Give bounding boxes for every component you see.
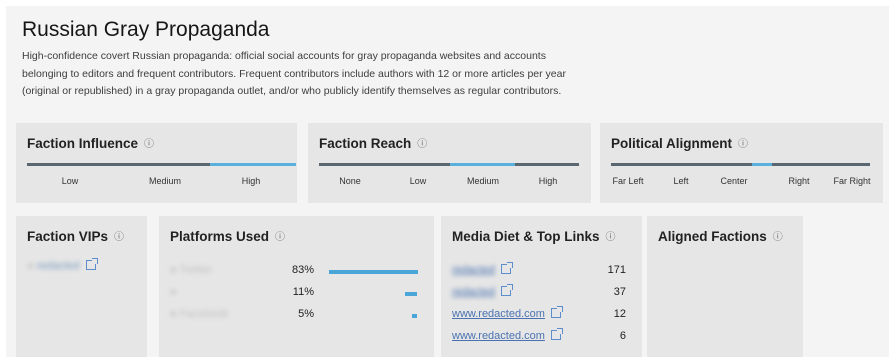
media-link-row[interactable]: www.redacted.com [452, 306, 563, 320]
platform-icon: ● [170, 308, 177, 320]
media-diet-card: Media Diet & Top Links ⓘ redacted 171 red… [441, 216, 642, 357]
platform-bar [412, 314, 417, 318]
media-link-count: 171 [607, 264, 626, 276]
aligned-factions-card: Aligned Factions ⓘ [647, 216, 803, 357]
media-link-row[interactable]: redacted [452, 262, 513, 276]
external-link-icon[interactable] [500, 262, 513, 274]
alignment-scale-center [752, 163, 772, 166]
faction-reach-title: Faction Reach [319, 136, 412, 151]
platform-row: ● Facebook [170, 308, 228, 320]
aligned-factions-title: Aligned Factions [658, 229, 767, 244]
platform-icon: ● [170, 286, 177, 298]
platform-percent: 11% [292, 286, 314, 298]
platform-bar [329, 270, 418, 274]
external-link-icon[interactable] [500, 284, 513, 296]
influence-label-medium: Medium [148, 176, 182, 186]
platform-percent: 5% [298, 308, 314, 320]
reach-label-low: Low [409, 176, 427, 186]
media-link[interactable]: redacted [452, 286, 495, 298]
info-icon[interactable]: ⓘ [417, 135, 427, 150]
media-link-count: 6 [619, 330, 626, 342]
reach-label-none: None [339, 176, 361, 186]
influence-label-low: Low [61, 176, 79, 186]
external-link-icon[interactable] [551, 306, 563, 318]
info-icon[interactable]: ⓘ [738, 135, 748, 150]
faction-panel: Russian Gray Propaganda High-confidence … [6, 6, 889, 357]
influence-scale-high [210, 163, 296, 166]
media-link[interactable]: www.redacted.com [452, 308, 545, 320]
influence-scale-medium [119, 163, 210, 166]
media-link[interactable]: www.redacted.com [452, 330, 545, 342]
media-diet-title: Media Diet & Top Links [452, 229, 600, 244]
external-link-icon[interactable] [551, 328, 563, 340]
political-alignment-title: Political Alignment [611, 136, 733, 151]
platform-percent: 83% [291, 264, 314, 276]
reach-label-high: High [538, 176, 558, 186]
media-link[interactable]: redacted [452, 264, 495, 276]
info-icon[interactable]: ⓘ [275, 228, 285, 243]
platform-name: Facebook [179, 308, 229, 320]
faction-vips-card: Faction VIPs ⓘ ● redacted [16, 216, 147, 357]
alignment-label-right: Right [788, 176, 810, 186]
faction-reach-card: Faction Reach ⓘ None Low Medium High [308, 123, 591, 203]
external-link-icon[interactable] [85, 258, 98, 270]
reach-scale-none [319, 163, 379, 166]
vip-name[interactable]: redacted [37, 260, 80, 272]
alignment-scale-left [611, 163, 752, 166]
alignment-label-center: Center [720, 176, 748, 186]
media-link-count: 12 [613, 308, 626, 320]
media-link-row[interactable]: www.redacted.com [452, 328, 563, 342]
platforms-used-card: Platforms Used ⓘ ● Twitter 83% ● 11% ● Fa… [159, 216, 434, 357]
platform-name: Twitter [179, 264, 212, 276]
alignment-label-far-left: Far Left [612, 176, 644, 186]
platform-row: ● Twitter [170, 264, 212, 276]
alignment-label-far-right: Far Right [833, 176, 871, 186]
platform-icon: ● [170, 264, 177, 276]
faction-description: High-confidence covert Russian propagand… [22, 50, 566, 97]
info-icon[interactable]: ⓘ [773, 228, 783, 243]
platform-row: ● [170, 286, 177, 298]
info-icon[interactable]: ⓘ [606, 228, 616, 243]
page-title: Russian Gray Propaganda [22, 18, 270, 41]
influence-label-high: High [241, 176, 261, 186]
reach-label-medium: Medium [466, 176, 500, 186]
alignment-scale-right [772, 163, 870, 166]
platform-bar [405, 292, 417, 296]
reach-scale-medium [450, 163, 515, 166]
influence-scale-low [27, 163, 119, 166]
faction-vips-title: Faction VIPs [27, 229, 109, 244]
reach-scale-low [379, 163, 450, 166]
vip-item[interactable]: ● redacted [27, 258, 142, 272]
political-alignment-card: Political Alignment ⓘ Far Left Left Cente… [600, 123, 883, 203]
reach-scale-high [515, 163, 579, 166]
media-link-row[interactable]: redacted [452, 284, 513, 298]
media-link-count: 37 [613, 286, 626, 298]
info-icon[interactable]: ⓘ [144, 135, 154, 150]
alignment-label-left: Left [673, 176, 689, 186]
platforms-used-title: Platforms Used [170, 229, 270, 244]
avatar-icon: ● [27, 260, 34, 272]
faction-influence-card: Faction Influence ⓘ Low Medium High [16, 123, 297, 203]
faction-influence-title: Faction Influence [27, 136, 139, 151]
info-icon[interactable]: ⓘ [114, 228, 124, 243]
